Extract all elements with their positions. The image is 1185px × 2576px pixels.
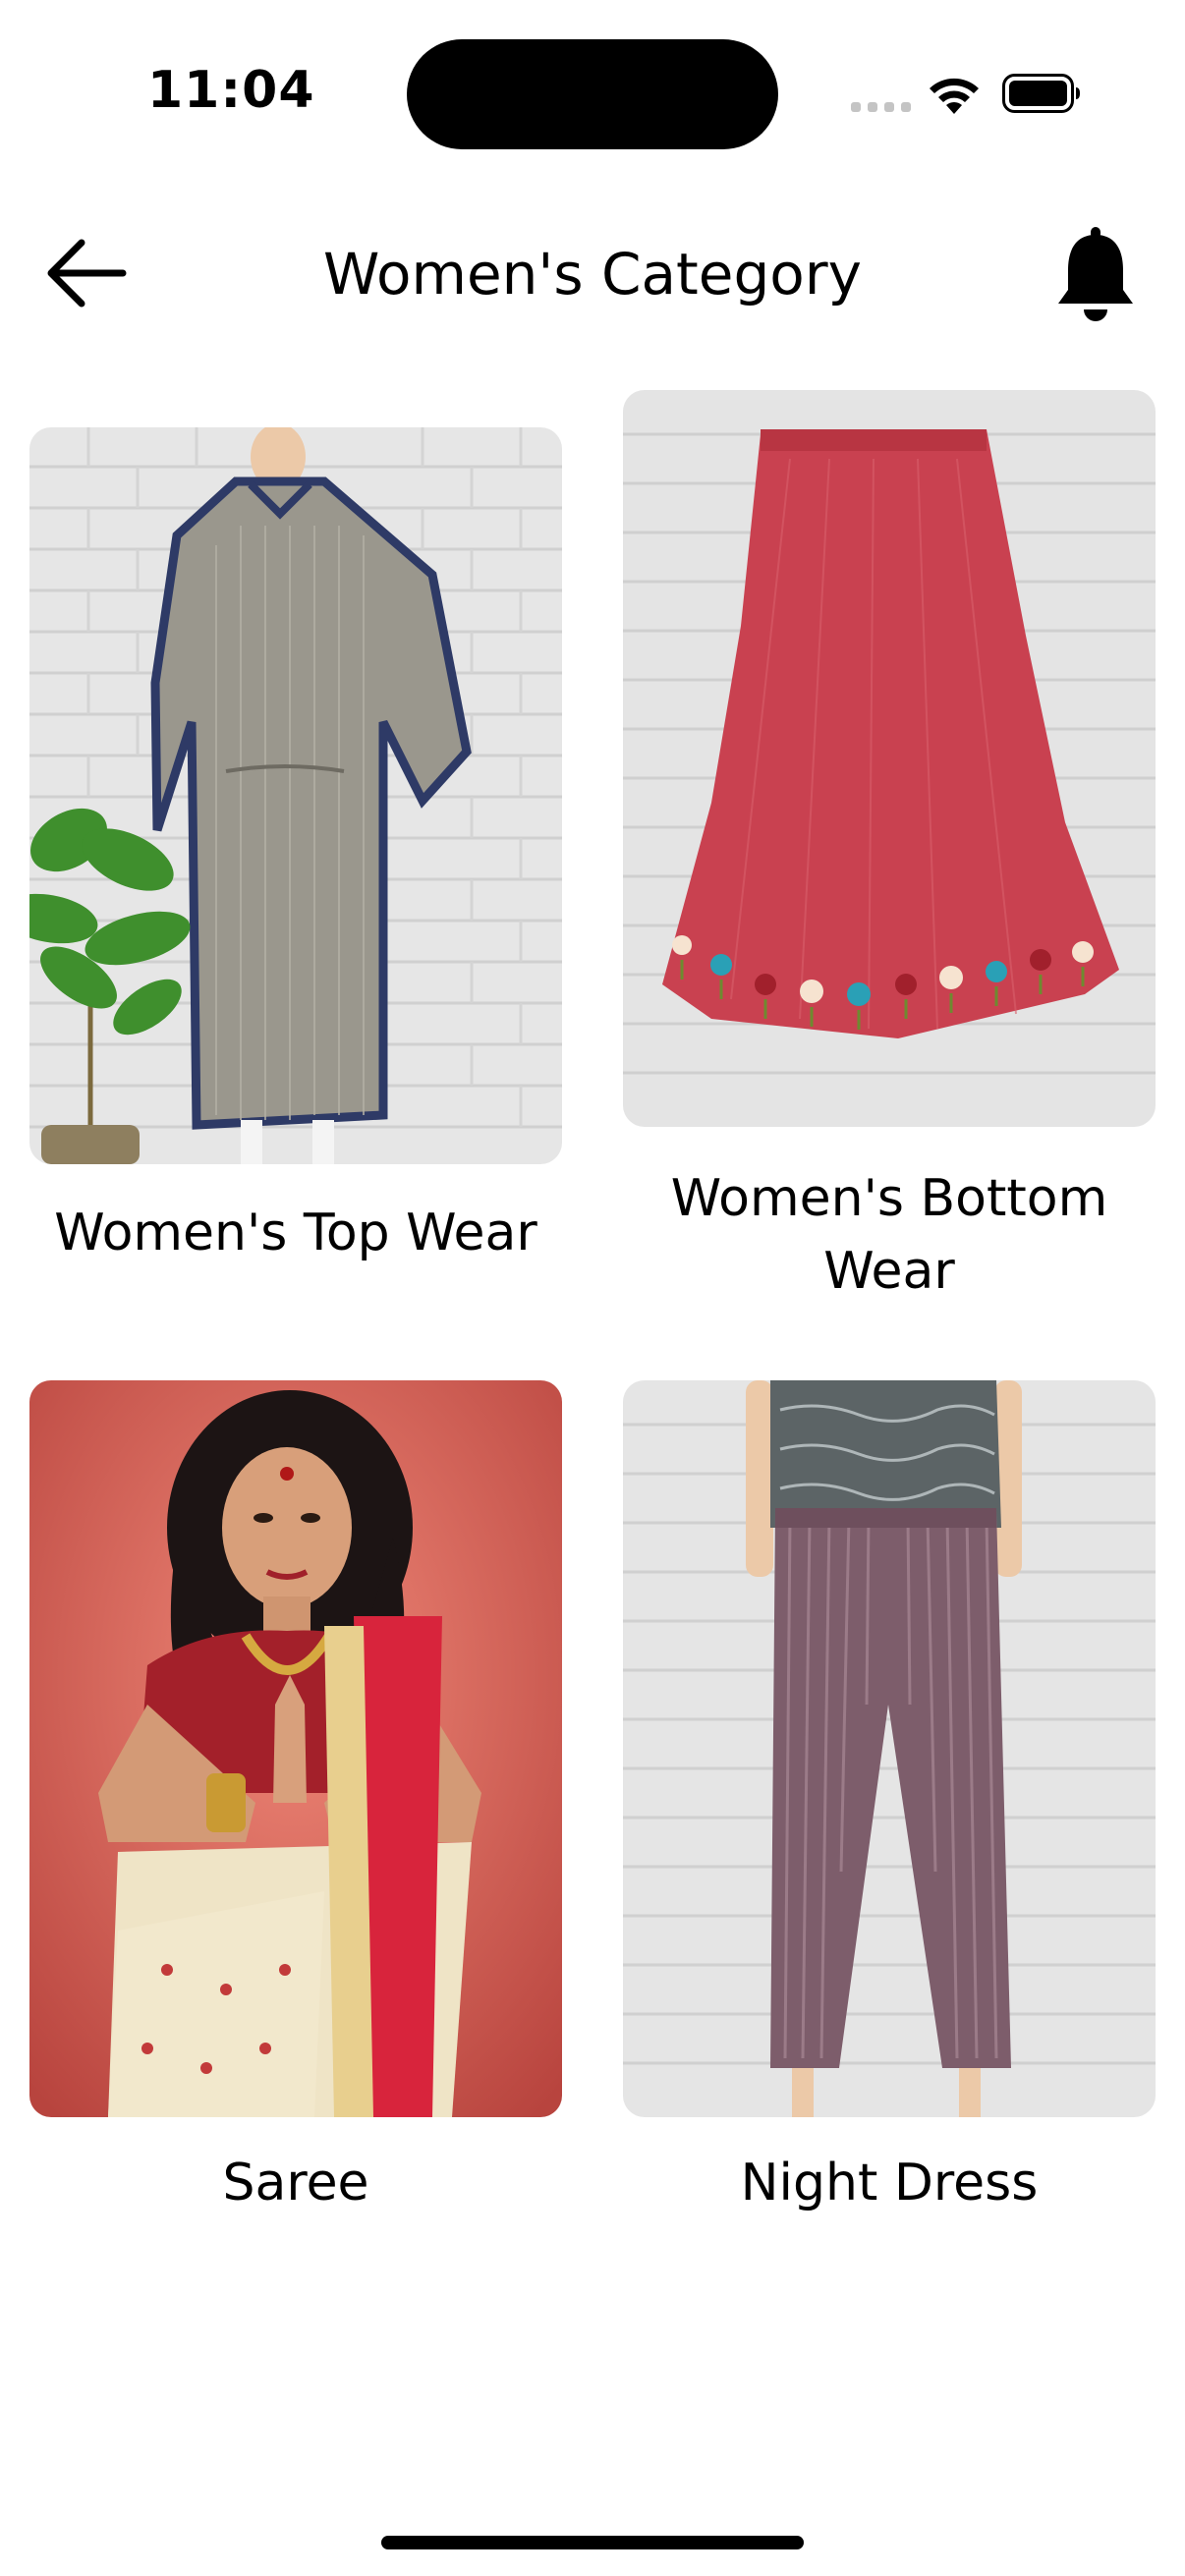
category-label: Night Dress (740, 2154, 1039, 2212)
striped-pants-night-dress-photo (623, 1380, 1156, 2117)
red-embroidered-skirt-photo (623, 390, 1156, 1127)
category-label: Women's Bottom Wear (670, 1169, 1108, 1301)
status-bar: 11:04 (0, 0, 1185, 187)
kaftan-top-wear-photo (29, 427, 562, 1164)
category-card-top-wear[interactable]: Women's Top Wear (29, 427, 562, 1312)
category-card-saree[interactable]: Saree (29, 1380, 562, 2235)
notification-button[interactable] (1042, 220, 1150, 328)
page-title: Women's Category (323, 241, 862, 308)
category-card-bottom-wear[interactable]: Women's Bottom Wear (623, 390, 1156, 1314)
status-time: 11:04 (147, 61, 315, 120)
back-button[interactable] (37, 224, 136, 322)
bell-icon (1058, 227, 1133, 321)
wifi-icon (930, 78, 979, 114)
category-label: Saree (222, 2154, 369, 2212)
nav-bar: Women's Category (0, 206, 1185, 354)
woman-in-saree-photo (29, 1380, 562, 2117)
category-label: Women's Top Wear (54, 1204, 537, 1262)
dynamic-island (407, 39, 778, 149)
signal-icon (851, 102, 912, 112)
category-card-night-dress[interactable]: Night Dress (623, 1380, 1156, 2235)
home-indicator[interactable] (381, 2536, 804, 2549)
battery-icon (1002, 74, 1080, 113)
arrow-left-icon (47, 239, 127, 308)
